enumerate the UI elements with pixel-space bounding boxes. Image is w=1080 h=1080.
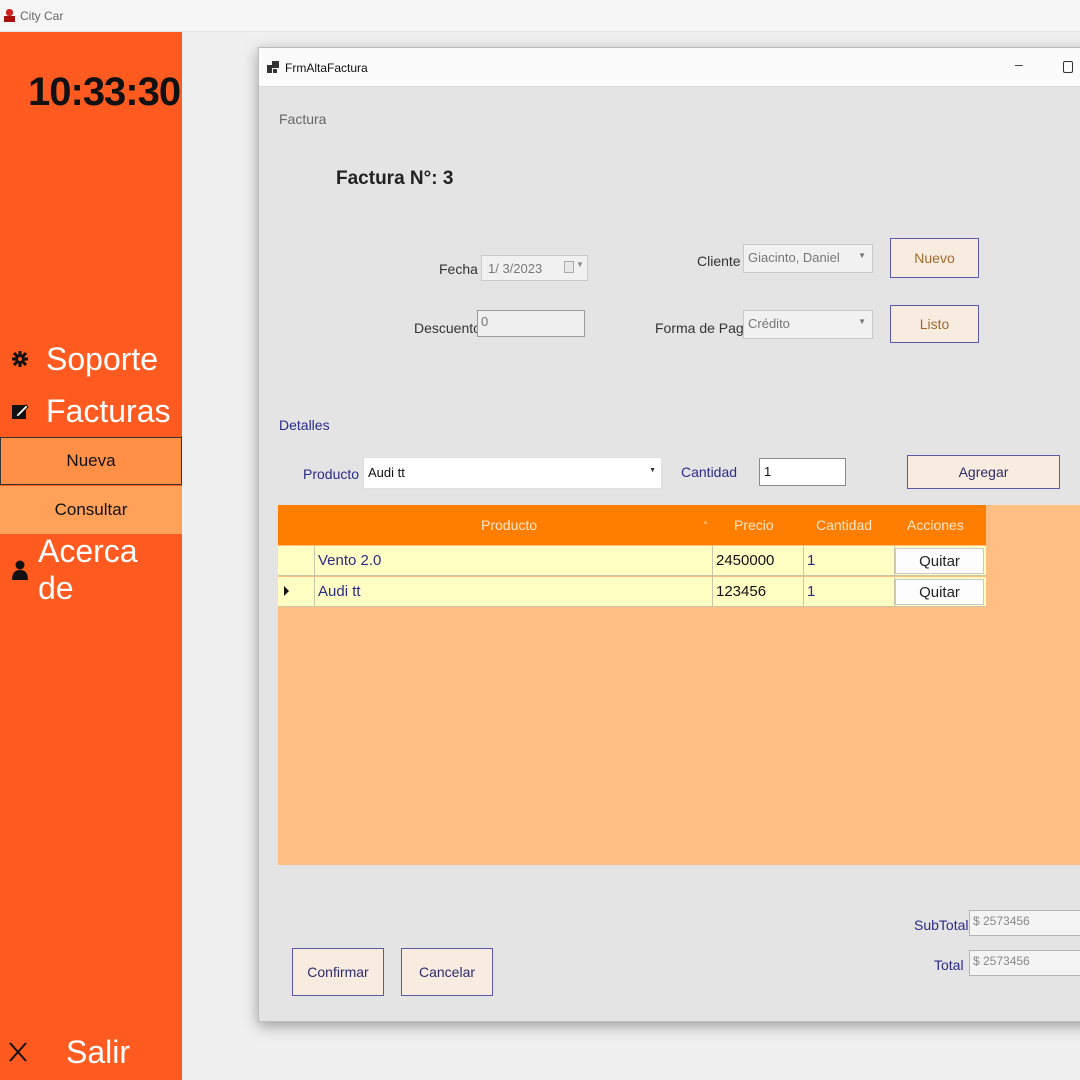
- fecha-value: 1/ 3/2023: [488, 261, 543, 276]
- sidebar-item-soporte[interactable]: Soporte: [0, 338, 182, 380]
- sidebar-item-label: Soporte: [46, 340, 159, 377]
- fecha-label: Fecha: [439, 261, 478, 277]
- fecha-datepicker[interactable]: 1/ 3/2023 ▼: [481, 255, 588, 281]
- producto-label: Producto: [303, 466, 360, 482]
- factura-number: Factura N°: 3: [336, 168, 454, 189]
- column-header-acciones[interactable]: Acciones: [907, 517, 964, 533]
- maximize-button[interactable]: [1063, 61, 1073, 73]
- descuento-input[interactable]: 0: [477, 310, 585, 337]
- chevron-down-icon: ▼: [858, 317, 866, 326]
- chevron-down-icon: ▼: [576, 260, 584, 269]
- sidebar-item-label: Salir: [66, 1033, 131, 1070]
- quitar-button[interactable]: Quitar: [895, 579, 984, 605]
- sidebar-subitem-nueva[interactable]: Nueva: [0, 437, 182, 485]
- chevron-down-icon: ▼: [649, 467, 656, 474]
- sidebar-item-facturas[interactable]: Facturas: [0, 390, 182, 432]
- subtotal-field: $ 2573456: [969, 910, 1080, 936]
- app-title: City Car: [20, 9, 64, 23]
- cantidad-input[interactable]: 1: [759, 458, 846, 486]
- chevron-down-icon: ▼: [858, 251, 866, 260]
- detalles-label: Detalles: [279, 417, 330, 433]
- descuento-label: Descuento: [414, 320, 481, 336]
- cliente-select[interactable]: Giacinto, Daniel ▼: [743, 244, 873, 273]
- forma-de-pago-value: Crédito: [748, 316, 790, 331]
- quitar-button[interactable]: Quitar: [895, 548, 984, 574]
- cliente-value: Giacinto, Daniel: [748, 250, 840, 265]
- grid-header: Producto ▲ Precio Cantidad Acciones: [278, 505, 986, 545]
- window-icon: [267, 61, 279, 73]
- group-label-factura: Factura: [279, 111, 327, 127]
- clock: 10:33:30: [28, 70, 181, 114]
- agregar-button[interactable]: Agregar: [907, 455, 1060, 489]
- column-header-producto[interactable]: Producto: [481, 517, 537, 533]
- row-header-cell[interactable]: [278, 577, 315, 607]
- sidebar-item-label: Acerca de: [37, 533, 138, 606]
- cliente-label: Cliente: [697, 253, 741, 269]
- column-header-cantidad[interactable]: Cantidad: [816, 517, 872, 533]
- edit-icon: [10, 401, 30, 421]
- subtotal-label: SubTotal: [914, 917, 969, 933]
- current-row-icon: [284, 586, 289, 596]
- app-icon: [4, 9, 15, 22]
- forma-de-pago-select[interactable]: Crédito ▼: [743, 310, 873, 339]
- cell-producto[interactable]: Audi tt: [315, 577, 713, 607]
- table-row[interactable]: Vento 2.0 2450000 1 Quitar: [278, 546, 986, 576]
- window-title: FrmAltaFactura: [285, 61, 368, 75]
- forma-de-pago-label: Forma de Pago: [655, 320, 752, 336]
- nuevo-button[interactable]: Nuevo: [890, 238, 979, 278]
- confirmar-button[interactable]: Confirmar: [292, 948, 384, 996]
- gear-icon: [10, 349, 30, 369]
- window-titlebar: FrmAltaFactura –: [259, 48, 1080, 87]
- total-label: Total: [934, 957, 964, 973]
- cancelar-button[interactable]: Cancelar: [401, 948, 493, 996]
- cell-producto[interactable]: Vento 2.0: [315, 546, 713, 576]
- detalles-grid: Producto ▲ Precio Cantidad Acciones Vent…: [278, 505, 1080, 865]
- producto-select[interactable]: Audi tt ▼: [363, 457, 662, 489]
- frm-alta-factura-window: FrmAltaFactura – Factura Factura N°: 3 F…: [258, 47, 1080, 1022]
- sidebar: 10:33:30 Soporte Facturas Nueva Consulta…: [0, 32, 182, 1080]
- sidebar-subitem-consultar[interactable]: Consultar: [0, 486, 182, 534]
- close-icon: [8, 1042, 28, 1062]
- sidebar-item-salir[interactable]: Salir: [0, 1030, 182, 1074]
- calendar-icon: [564, 261, 574, 273]
- table-row[interactable]: Audi tt 123456 1 Quitar: [278, 577, 986, 607]
- column-header-precio[interactable]: Precio: [734, 517, 774, 533]
- app-titlebar: City Car: [0, 0, 1080, 32]
- cell-precio[interactable]: 2450000: [713, 546, 804, 576]
- sidebar-item-acerca-de[interactable]: Acerca de: [0, 533, 182, 606]
- listo-button[interactable]: Listo: [890, 305, 979, 343]
- producto-value: Audi tt: [368, 465, 405, 480]
- user-icon: [10, 560, 30, 580]
- total-field: $ 2573456: [969, 950, 1080, 976]
- minimize-button[interactable]: –: [1015, 56, 1023, 72]
- cell-cantidad[interactable]: 1: [804, 577, 895, 607]
- cell-cantidad[interactable]: 1: [804, 546, 895, 576]
- sort-icon: ▲: [702, 519, 709, 526]
- cantidad-label: Cantidad: [681, 464, 738, 480]
- sidebar-item-label: Facturas: [46, 392, 171, 429]
- row-header-cell[interactable]: [278, 546, 315, 576]
- cell-precio[interactable]: 123456: [713, 577, 804, 607]
